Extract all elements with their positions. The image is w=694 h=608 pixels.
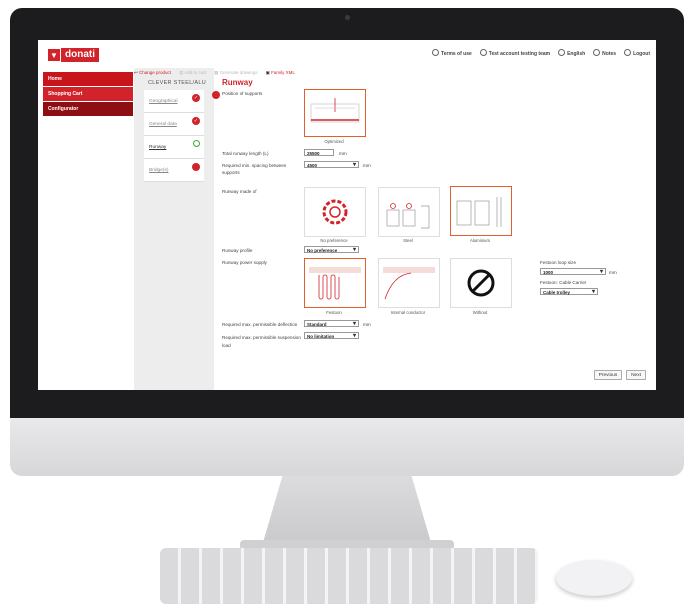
help-icon [593, 49, 601, 56]
option-optimized-caption: Optimized [324, 139, 344, 144]
suspension-label: Required max. permissible suspension loa… [222, 335, 301, 348]
material-aluminium-caption: Aluminium [469, 238, 491, 243]
spacing-unit: mm [363, 163, 371, 168]
nav-terms[interactable]: Terms of use [432, 49, 472, 57]
steel-profile-icon [386, 203, 430, 229]
step-runway[interactable]: Runway [144, 136, 204, 159]
material-no-preference-caption: No preference [320, 238, 348, 243]
deflection-label: Required max. permissible deflection [222, 322, 298, 327]
nav-account[interactable]: Test account testing team [479, 49, 550, 57]
festoon-cable-select[interactable]: Cable trolley [540, 288, 598, 296]
app-screen: ▼ donati Terms of use Test account testi… [38, 40, 656, 390]
spacing-select[interactable]: 4500 [304, 161, 359, 169]
donati-logo[interactable]: ▼ donati [48, 48, 99, 62]
option-aluminium[interactable] [450, 186, 512, 236]
next-button[interactable]: Next [626, 370, 646, 380]
generate-drawings-link[interactable]: ▦ Generate drawings [214, 70, 258, 76]
step-bridges[interactable]: Bridge(s) [144, 159, 204, 182]
monitor-chin [10, 418, 684, 476]
page-title: Runway [222, 78, 253, 87]
top-bar: ▼ donati Terms of use Test account testi… [38, 40, 656, 68]
spacing-label: Required min. spacing between supports [222, 163, 287, 175]
total-length-input[interactable]: 25500 [304, 149, 334, 156]
change-product-link[interactable]: ↩ Change product [134, 70, 171, 76]
step-label: Runway [149, 145, 167, 150]
attention-icon [212, 91, 220, 99]
family-xml-link[interactable]: ▣ Family XML [266, 70, 295, 76]
nav-notes[interactable]: Notes [593, 49, 616, 57]
power-icon [624, 49, 632, 56]
keyboard [160, 548, 538, 604]
festoon-loop-label: Festoon loop size [540, 260, 577, 265]
webcam [345, 15, 350, 20]
step-label: General data [149, 122, 177, 127]
globe-icon [558, 49, 566, 56]
steps-list: Geographical ✓ General data ✓ Runway Bri… [144, 90, 204, 182]
suspension-select[interactable]: No limitation [304, 332, 359, 340]
action-bar: ↩ Change product ▤ Add to cart ▦ Generat… [134, 70, 295, 76]
option-no-preference[interactable] [304, 187, 366, 237]
step-geographical[interactable]: Geographical ✓ [144, 90, 204, 113]
option-festoon[interactable] [304, 258, 366, 308]
gear-icon [322, 199, 348, 225]
pending-step-icon [192, 163, 200, 171]
material-steel-caption: Steel [403, 238, 413, 243]
user-icon [479, 49, 487, 56]
logo-mark-icon: ▼ [48, 49, 60, 61]
supports-diagram-icon [310, 98, 360, 123]
sidebar-item-shopping-cart[interactable]: Shopping Cart [43, 87, 133, 101]
total-length-unit: mm [339, 151, 347, 156]
power-supply-label: Runway power supply [222, 260, 267, 265]
logo-text: donati [61, 48, 99, 62]
conductor-rail-icon [383, 267, 435, 300]
nav-language[interactable]: English [558, 49, 585, 57]
sidebar-item-configurator[interactable]: Configurator [43, 102, 133, 116]
monitor-stand [262, 476, 432, 546]
add-to-cart-link[interactable]: ▤ Add to cart [179, 70, 206, 76]
power-internal-caption: Internal conductor [390, 310, 426, 315]
product-title: CLEVER STEEL/ALU [148, 80, 206, 86]
runway-profile-label: Runway profile [222, 248, 253, 253]
deflection-select[interactable]: Standard [304, 320, 359, 328]
runway-profile-select[interactable]: No preference [304, 246, 359, 254]
option-without[interactable] [450, 258, 512, 308]
step-general-data[interactable]: General data ✓ [144, 113, 204, 136]
check-icon: ✓ [192, 94, 200, 102]
previous-button[interactable]: Previous [594, 370, 622, 380]
power-without-caption: Without [472, 310, 488, 315]
top-nav: Terms of use Test account testing team E… [432, 49, 650, 57]
option-optimized[interactable] [304, 89, 366, 137]
festoon-loop-unit: mm [609, 270, 617, 275]
option-steel[interactable] [378, 187, 440, 237]
current-step-icon [193, 140, 200, 147]
deflection-unit: mm [363, 322, 371, 327]
nav-logout[interactable]: Logout [624, 49, 650, 57]
runway-made-of-label: Runway made of [222, 189, 257, 194]
total-length-label: Total runway length (L) [222, 151, 269, 156]
check-icon: ✓ [192, 117, 200, 125]
step-label: Bridge(s) [149, 168, 169, 173]
step-label: Geographical [149, 99, 178, 104]
mouse [556, 560, 632, 596]
festoon-icon [309, 267, 361, 300]
option-internal-conductor[interactable] [378, 258, 440, 308]
aluminium-profile-icon [456, 197, 502, 227]
power-festoon-caption: Festoon [326, 310, 342, 315]
sidebar: Home Shopping Cart Configurator [43, 72, 133, 117]
info-icon [432, 49, 440, 56]
sidebar-item-home[interactable]: Home [43, 72, 133, 86]
festoon-loop-select[interactable]: 1000 [540, 268, 606, 276]
prohibited-icon [467, 269, 495, 297]
festoon-cable-label: Festoon: Cable Carrier [540, 280, 587, 285]
position-supports-label: Position of supports [222, 91, 263, 96]
